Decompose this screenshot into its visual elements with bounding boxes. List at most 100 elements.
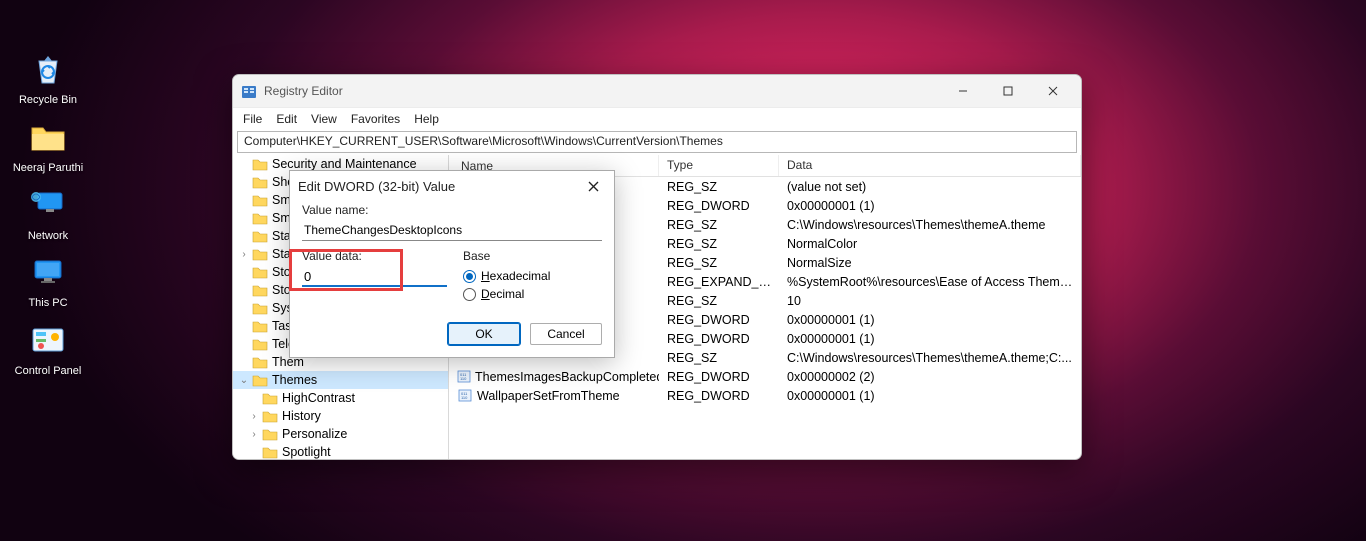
menu-favorites[interactable]: Favorites xyxy=(351,112,400,126)
value-data: NormalSize xyxy=(779,256,1081,270)
folder-icon xyxy=(251,175,269,189)
icon-label: Network xyxy=(28,230,68,244)
tree-item[interactable]: ⌄Themes xyxy=(233,371,448,389)
folder-icon xyxy=(251,337,269,351)
folder-icon xyxy=(251,355,269,369)
cancel-button[interactable]: Cancel xyxy=(530,323,602,345)
col-data[interactable]: Data xyxy=(779,155,1081,176)
value-data: (value not set) xyxy=(779,180,1081,194)
icon-label: This PC xyxy=(28,297,67,311)
icon-label: Recycle Bin xyxy=(19,94,77,108)
value-type: REG_DWORD xyxy=(659,370,779,384)
folder-icon xyxy=(261,427,279,441)
tree-item-label: Themes xyxy=(272,373,317,387)
value-type: REG_SZ xyxy=(659,237,779,251)
recycle-bin-icon xyxy=(28,50,68,90)
maximize-button[interactable] xyxy=(985,75,1030,107)
window-controls xyxy=(940,75,1075,107)
value-type: REG_DWORD xyxy=(659,332,779,346)
edit-dword-dialog: Edit DWORD (32-bit) Value Value name: Th… xyxy=(289,170,615,358)
value-data: 0x00000001 (1) xyxy=(779,332,1081,346)
folder-icon xyxy=(251,319,269,333)
minimize-button[interactable] xyxy=(940,75,985,107)
folder-icon xyxy=(251,211,269,225)
binary-value-icon: 011110 xyxy=(457,389,473,403)
folder-icon xyxy=(251,229,269,243)
value-type: REG_SZ xyxy=(659,294,779,308)
tree-item[interactable]: HighContrast xyxy=(233,389,448,407)
value-data: NormalColor xyxy=(779,237,1081,251)
address-bar[interactable]: Computer\HKEY_CURRENT_USER\Software\Micr… xyxy=(237,131,1077,153)
folder-icon xyxy=(251,283,269,297)
desktop-icon-network[interactable]: Network xyxy=(12,186,84,244)
value-data: 0x00000001 (1) xyxy=(779,389,1081,403)
base-label: Base xyxy=(463,249,602,263)
value-data: 0x00000001 (1) xyxy=(779,199,1081,213)
tree-item[interactable]: ›Personalize xyxy=(233,425,448,443)
value-type: REG_DWORD xyxy=(659,313,779,327)
control-panel-icon xyxy=(28,321,68,361)
tree-item[interactable]: ›History xyxy=(233,407,448,425)
value-name: WallpaperSetFromTheme xyxy=(477,389,620,403)
radio-decimal[interactable]: Decimal xyxy=(463,285,602,303)
dialog-titlebar[interactable]: Edit DWORD (32-bit) Value xyxy=(290,171,614,201)
folder-icon xyxy=(261,391,279,405)
value-data: 0x00000001 (1) xyxy=(779,313,1081,327)
folder-icon xyxy=(251,301,269,315)
dialog-buttons: OK Cancel xyxy=(290,313,614,357)
menu-view[interactable]: View xyxy=(311,112,337,126)
tree-item[interactable]: Spotlight xyxy=(233,443,448,459)
tree-item-label: Personalize xyxy=(282,427,347,441)
radio-hexadecimal[interactable]: Hexadecimal xyxy=(463,267,602,285)
svg-text:110: 110 xyxy=(461,395,468,400)
binary-value-icon: 011110 xyxy=(457,370,471,384)
value-data-label: Value data: xyxy=(302,249,447,263)
value-type: REG_EXPAND_SZ xyxy=(659,275,779,289)
value-type: REG_DWORD xyxy=(659,199,779,213)
col-type[interactable]: Type xyxy=(659,155,779,176)
value-data: 10 xyxy=(779,294,1081,308)
svg-text:110: 110 xyxy=(460,376,467,381)
value-type: REG_SZ xyxy=(659,180,779,194)
value-data: C:\Windows\resources\Themes\themeA.theme… xyxy=(779,351,1081,365)
value-row[interactable]: 011110 WallpaperSetFromTheme REG_DWORD0x00… xyxy=(449,386,1081,405)
radio-dot-icon xyxy=(463,270,476,283)
desktop-icon-recycle-bin[interactable]: Recycle Bin xyxy=(12,50,84,108)
folder-icon xyxy=(251,247,269,261)
folder-icon xyxy=(251,157,269,171)
value-row[interactable]: 011110 ThemesImagesBackupCompletedREG_DWO… xyxy=(449,367,1081,386)
radio-dot-icon xyxy=(463,288,476,301)
desktop-icon-control-panel[interactable]: Control Panel xyxy=(12,321,84,379)
dialog-title: Edit DWORD (32-bit) Value xyxy=(298,179,580,194)
value-type: REG_SZ xyxy=(659,256,779,270)
menu-edit[interactable]: Edit xyxy=(276,112,297,126)
dialog-close-button[interactable] xyxy=(580,173,606,199)
window-title: Registry Editor xyxy=(264,84,940,98)
value-data: 0x00000002 (2) xyxy=(779,370,1081,384)
desktop-icon-user-folder[interactable]: Neeraj Paruthi xyxy=(12,118,84,176)
network-icon xyxy=(28,186,68,226)
value-name-field[interactable]: ThemeChangesDesktopIcons xyxy=(302,221,602,241)
value-data: %SystemRoot%\resources\Ease of Access Th… xyxy=(779,275,1081,289)
tree-item-label: History xyxy=(282,409,321,423)
tree-item-label: HighContrast xyxy=(282,391,355,405)
folder-icon xyxy=(251,265,269,279)
value-data-input[interactable] xyxy=(302,267,447,287)
titlebar[interactable]: Registry Editor xyxy=(233,75,1081,107)
close-button[interactable] xyxy=(1030,75,1075,107)
folder-icon xyxy=(261,445,279,459)
ok-button[interactable]: OK xyxy=(448,323,520,345)
menu-file[interactable]: File xyxy=(243,112,262,126)
value-type: REG_SZ xyxy=(659,218,779,232)
value-name: ThemesImagesBackupCompleted xyxy=(475,370,659,384)
value-name-label: Value name: xyxy=(302,203,602,217)
value-type: REG_DWORD xyxy=(659,389,779,403)
dialog-body: Value name: ThemeChangesDesktopIcons Val… xyxy=(290,201,614,313)
folder-icon xyxy=(28,118,68,158)
pc-icon xyxy=(28,253,68,293)
menu-help[interactable]: Help xyxy=(414,112,439,126)
value-data: C:\Windows\resources\Themes\themeA.theme xyxy=(779,218,1081,232)
desktop-icon-this-pc[interactable]: This PC xyxy=(12,253,84,311)
menu-bar: File Edit View Favorites Help xyxy=(233,107,1081,129)
icon-label: Control Panel xyxy=(15,365,82,379)
